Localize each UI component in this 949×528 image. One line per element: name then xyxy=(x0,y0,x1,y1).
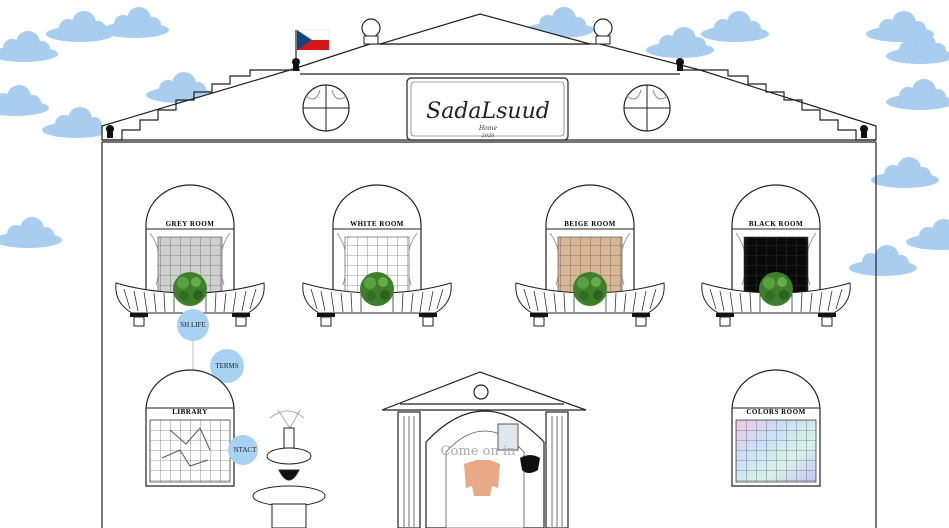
cloud-icon xyxy=(101,7,169,38)
cloud-icon xyxy=(849,245,917,276)
nav-terms-label: TERMS xyxy=(215,362,238,370)
cloud-icon xyxy=(46,11,114,42)
cloud-icon xyxy=(701,11,769,42)
hat-icon xyxy=(520,455,540,473)
finial-icon xyxy=(860,125,868,138)
cloud-icon xyxy=(906,219,949,250)
round-window-left xyxy=(302,84,350,132)
nav-contact-label: NTACT xyxy=(234,446,257,454)
urn-icon xyxy=(361,18,381,38)
shrub-icon xyxy=(759,272,793,306)
library-label: LIBRARY xyxy=(172,408,208,416)
cloud-icon xyxy=(0,85,49,116)
mansion-scene: SadaLsuud Home 2020 GREY ROOM WHITE ROOM B… xyxy=(0,7,949,528)
round-window-right xyxy=(623,84,671,132)
colors-room-label: COLORS ROOM xyxy=(746,408,805,416)
room-label: BEIGE ROOM xyxy=(564,220,615,228)
library-room-window[interactable]: LIBRARY xyxy=(145,369,235,487)
door-sign: Come on in xyxy=(441,444,516,459)
finial-icon xyxy=(676,58,684,71)
nav-contact-link[interactable]: NTACT xyxy=(228,435,258,465)
cloud-icon xyxy=(42,107,110,138)
room-label: GREY ROOM xyxy=(166,220,215,228)
urn-base xyxy=(595,35,611,45)
urn-icon xyxy=(593,18,613,38)
logo-year: 2020 xyxy=(481,133,496,139)
colors-room-window[interactable]: COLORS ROOM xyxy=(731,369,821,487)
urn-base xyxy=(363,35,379,45)
nav-sh-life-label: SH LIFE xyxy=(180,321,205,329)
finial-icon xyxy=(106,125,114,138)
room-label: BLACK ROOM xyxy=(749,220,803,228)
fountain-icon xyxy=(252,409,326,528)
upper-rooms: GREY ROOM WHITE ROOM BEIGE ROOM BLACK ROOM xyxy=(115,184,851,327)
logo-subtitle: Home xyxy=(478,125,498,132)
shrub-icon xyxy=(173,272,207,306)
front-door[interactable]: Come on in xyxy=(425,410,545,528)
flag-icon xyxy=(295,29,330,62)
shrub-icon xyxy=(573,272,607,306)
nav-sh-life-link[interactable]: SH LIFE xyxy=(177,309,209,341)
logo-name: SadaLsuud xyxy=(426,99,550,124)
cloud-icon xyxy=(0,217,62,248)
room-label: WHITE ROOM xyxy=(350,220,404,228)
cloud-icon xyxy=(871,157,939,188)
shrub-icon xyxy=(360,272,394,306)
logo-sign[interactable]: SadaLsuud Home 2020 xyxy=(406,77,569,141)
cloud-icon xyxy=(886,79,949,110)
